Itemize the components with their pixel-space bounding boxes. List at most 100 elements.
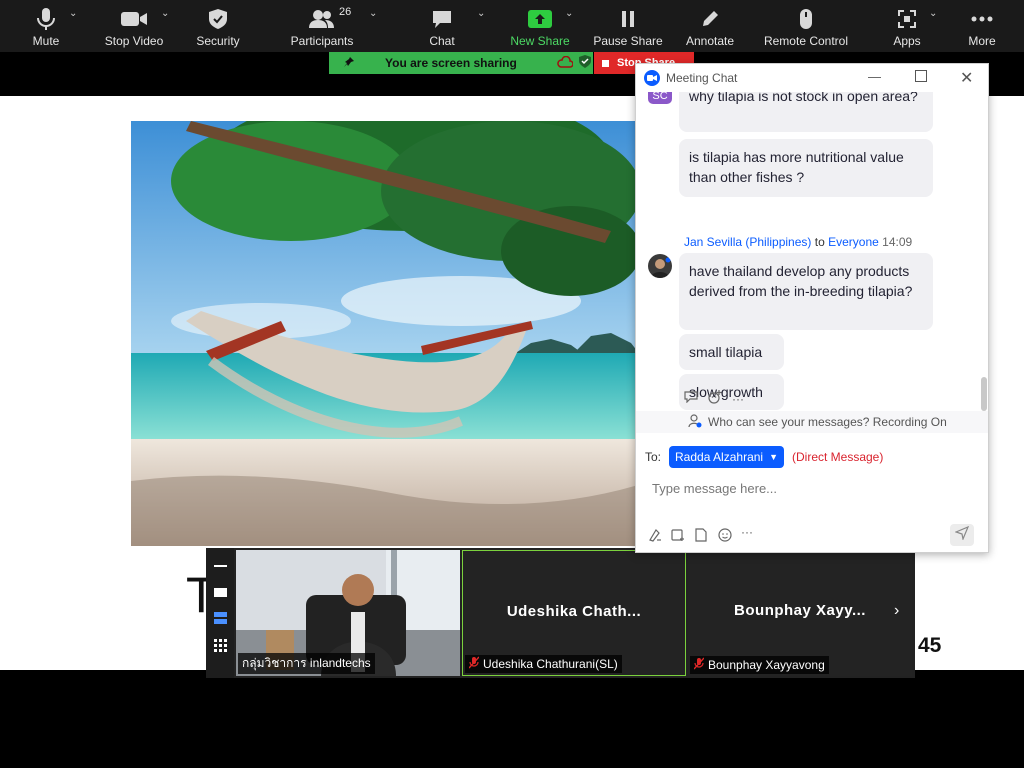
video-options-chevron-icon[interactable]: ⌄ <box>161 8 169 19</box>
muted-microphone-icon <box>693 657 705 673</box>
meeting-chat-window: Meeting Chat — ✕ SC why tilapia is not s… <box>635 63 989 553</box>
chat-bubble-icon <box>431 4 453 34</box>
mute-button[interactable]: Mute <box>22 0 70 52</box>
chat-message-input[interactable] <box>650 476 974 500</box>
new-share-button[interactable]: New Share <box>506 0 574 52</box>
emoji-icon[interactable] <box>718 528 732 547</box>
host-video-label: กลุ่มวิชาการ inlandtechs <box>238 653 375 674</box>
pencil-icon <box>700 4 720 34</box>
maximize-icon[interactable] <box>915 70 927 82</box>
host-name: กลุ่มวิชาการ inlandtechs <box>242 656 371 670</box>
participants-label: Participants <box>290 34 354 48</box>
chat-message[interactable]: why tilapia is not stock in open area? <box>679 92 933 132</box>
chevron-right-icon[interactable]: › <box>894 602 899 620</box>
screenshot-icon[interactable] <box>671 528 685 547</box>
chat-message[interactable]: have thailand develop any products deriv… <box>679 253 933 330</box>
chat-button[interactable]: Chat <box>420 0 464 52</box>
bounphay-video-label: Bounphay Xayyavong <box>690 656 829 674</box>
zoom-logo-icon <box>644 70 660 86</box>
avatar: SC <box>648 92 672 104</box>
more-button[interactable]: More <box>962 0 1002 52</box>
udeshika-video-label: Udeshika Chathurani(SL) <box>465 655 622 673</box>
chat-scrollbar[interactable] <box>981 377 987 411</box>
hammock-beach-photo <box>131 121 651 546</box>
chat-message-list[interactable]: SC why tilapia is not stock in open area… <box>636 92 988 411</box>
meeting-toolbar: Mute ⌄ Stop Video ⌄ Security Participant… <box>0 0 1024 52</box>
chat-message[interactable]: small tilapia <box>679 334 784 370</box>
pause-share-button[interactable]: Pause Share <box>593 0 663 52</box>
send-button[interactable] <box>950 524 974 546</box>
strip-view-icon[interactable] <box>214 612 227 624</box>
muted-microphone-icon <box>468 656 480 672</box>
single-video-icon[interactable] <box>214 588 227 597</box>
sender-audience[interactable]: Everyone <box>828 235 879 249</box>
video-camera-icon <box>120 4 148 34</box>
stop-video-button[interactable]: Stop Video <box>100 0 168 52</box>
send-icon <box>954 525 970 545</box>
new-share-label: New Share <box>510 34 570 48</box>
more-options-icon[interactable]: ··· <box>732 392 744 406</box>
sender-name[interactable]: Jan Sevilla (Philippines) <box>684 235 811 249</box>
message-sender-line: Jan Sevilla (Philippines) to Everyone 14… <box>684 235 912 249</box>
stop-video-label: Stop Video <box>104 34 164 48</box>
participants-options-chevron-icon[interactable]: ⌄ <box>369 8 377 19</box>
participants-count: 26 <box>339 6 352 18</box>
video-thumbnail-strip: กลุ่มวิชาการ inlandtechs Udeshika Chath.… <box>206 548 915 678</box>
chat-privacy-notice[interactable]: Who can see your messages? Recording On <box>636 411 988 433</box>
pause-share-label: Pause Share <box>593 34 663 48</box>
annotate-button[interactable]: Annotate <box>682 0 738 52</box>
bounphay-name: Bounphay Xayyavong <box>708 658 825 672</box>
direct-message-tag: (Direct Message) <box>792 450 884 464</box>
chat-recipient-row: To: Radda Alzahrani ▼ (Direct Message) <box>645 446 883 468</box>
security-label: Security <box>196 34 240 48</box>
gallery-grid-icon[interactable] <box>214 639 227 652</box>
remote-control-button[interactable]: Remote Control <box>761 0 851 52</box>
video-tile-bounphay[interactable]: Bounphay Xayy... Bounphay Xayyavong <box>688 550 912 676</box>
hide-videos-icon[interactable] <box>214 565 227 567</box>
share-options-chevron-icon[interactable]: ⌄ <box>565 8 573 19</box>
file-icon[interactable] <box>695 528 707 547</box>
more-label: More <box>968 34 996 48</box>
format-text-icon[interactable] <box>648 528 662 547</box>
share-screen-icon <box>528 4 552 34</box>
reply-icon[interactable] <box>684 391 698 406</box>
slide-page-number: 45 <box>918 634 942 657</box>
chat-message[interactable]: is tilapia has more nutritional value th… <box>679 139 933 197</box>
mouse-icon <box>799 4 813 34</box>
people-visibility-icon <box>688 413 702 431</box>
security-button[interactable]: Security <box>194 0 242 52</box>
pause-icon <box>619 4 637 34</box>
video-tile-udeshika[interactable]: Udeshika Chath... Udeshika Chathurani(SL… <box>462 550 686 676</box>
recipient-dropdown[interactable]: Radda Alzahrani ▼ <box>669 446 784 468</box>
audio-options-chevron-icon[interactable]: ⌄ <box>69 8 77 19</box>
close-icon[interactable]: ✕ <box>960 68 973 88</box>
chat-options-chevron-icon[interactable]: ⌄ <box>477 8 485 19</box>
apps-icon <box>897 4 917 34</box>
chat-label: Chat <box>429 34 455 48</box>
sharing-pin-icon <box>343 56 355 71</box>
strip-view-controls <box>206 548 234 678</box>
add-reaction-icon[interactable] <box>708 390 722 407</box>
more-tools-icon[interactable]: ··· <box>741 525 753 539</box>
bounphay-display-name: Bounphay Xayy... <box>734 602 866 619</box>
udeshika-name: Udeshika Chathurani(SL) <box>483 657 618 671</box>
udeshika-display-name: Udeshika Chath... <box>506 603 642 620</box>
video-tile-host[interactable]: กลุ่มวิชาการ inlandtechs <box>236 550 460 676</box>
message-time: 14:09 <box>882 235 913 249</box>
apps-label: Apps <box>893 34 921 48</box>
recipient-name: Radda Alzahrani <box>675 450 764 464</box>
sharing-shield-icon <box>578 55 591 71</box>
chat-window-title: Meeting Chat <box>666 71 738 85</box>
minimize-icon[interactable]: — <box>868 69 881 84</box>
chat-title-bar[interactable]: Meeting Chat — ✕ <box>636 64 988 92</box>
apps-button[interactable]: Apps <box>888 0 926 52</box>
apps-options-chevron-icon[interactable]: ⌄ <box>929 8 937 19</box>
stop-square-icon <box>602 59 609 67</box>
sharing-status: You are screen sharing <box>385 56 517 70</box>
microphone-icon <box>35 4 57 34</box>
mute-label: Mute <box>32 34 60 48</box>
more-dots-icon <box>971 4 993 34</box>
sender-to: to <box>814 235 825 249</box>
screen-sharing-bar[interactable]: You are screen sharing <box>329 52 593 74</box>
remote-control-label: Remote Control <box>763 34 849 48</box>
